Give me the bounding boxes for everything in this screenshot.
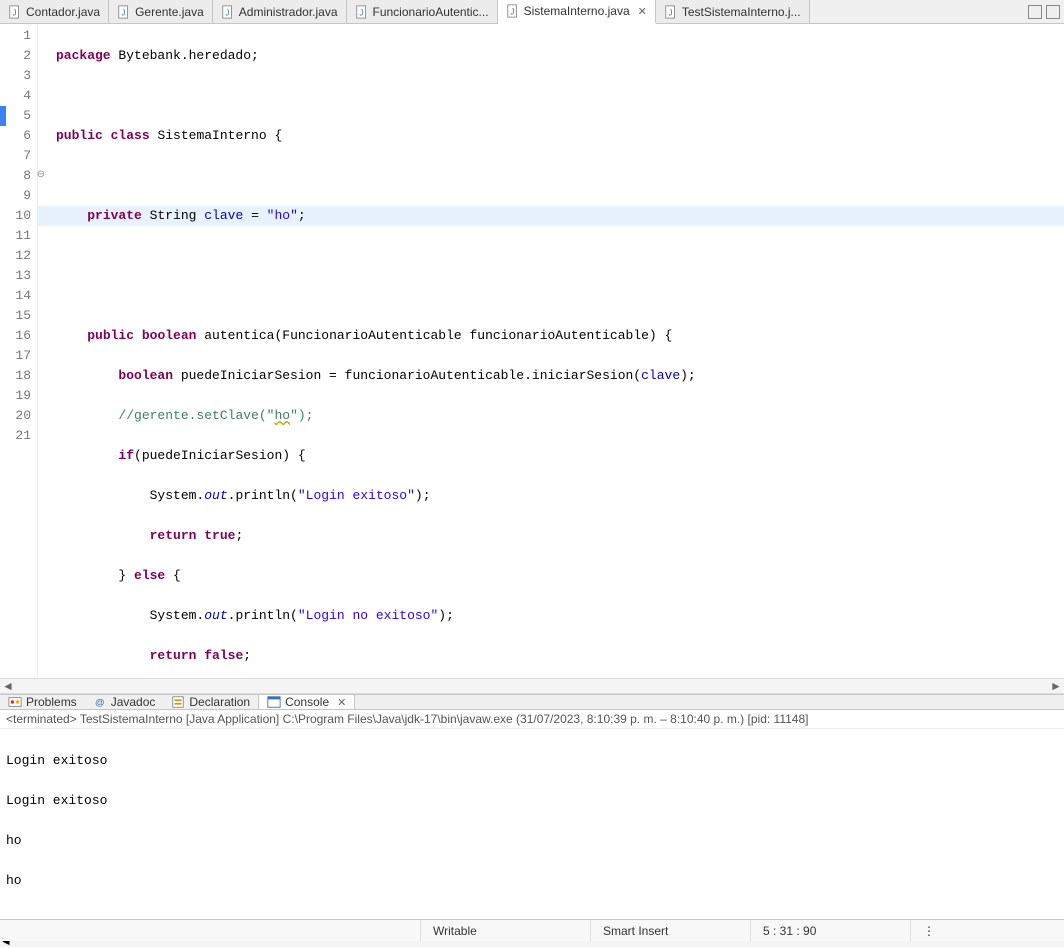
tab-label: Gerente.java	[135, 5, 204, 19]
java-file-icon: J	[8, 5, 22, 19]
java-file-icon: J	[506, 4, 520, 18]
tab-funcionarioautentic[interactable]: J FuncionarioAutentic...	[347, 0, 498, 23]
tab-sistemainterno[interactable]: J SistemaInterno.java ✕	[498, 0, 656, 24]
status-writable: Writable	[420, 920, 590, 941]
tab-label: Administrador.java	[239, 5, 338, 19]
tab-gerente[interactable]: J Gerente.java	[109, 0, 213, 23]
javadoc-icon: @	[93, 695, 107, 709]
editor-horizontal-scrollbar[interactable]: ◄ ►	[0, 678, 1064, 694]
console-line: ho	[6, 871, 1058, 891]
console-output[interactable]: Login exitoso Login exitoso ho ho	[0, 729, 1064, 933]
close-icon[interactable]: ✕	[337, 696, 346, 709]
tab-label: Declaration	[189, 695, 250, 709]
svg-text:@: @	[94, 698, 104, 709]
java-file-icon: J	[221, 5, 235, 19]
svg-text:J: J	[668, 8, 672, 17]
status-tail: ⋮	[910, 920, 1064, 941]
java-file-icon: J	[117, 5, 131, 19]
tab-label: Problems	[26, 695, 77, 709]
console-line: ho	[6, 831, 1058, 851]
console-icon	[267, 695, 281, 709]
status-empty	[0, 920, 420, 941]
tab-declaration[interactable]: Declaration	[163, 695, 258, 709]
svg-text:J: J	[12, 8, 16, 17]
tab-label: Contador.java	[26, 5, 100, 19]
problems-icon	[8, 695, 22, 709]
svg-text:J: J	[121, 8, 125, 17]
tab-problems[interactable]: Problems	[0, 695, 85, 709]
console-line: Login exitoso	[6, 751, 1058, 771]
tab-label: FuncionarioAutentic...	[373, 5, 489, 19]
console-line: Login exitoso	[6, 791, 1058, 811]
line-number-gutter: 1 2 3 4 5 6 7 8 9 10 11 12 13 14 15 16 1…	[0, 24, 38, 678]
tab-console[interactable]: Console ✕	[258, 695, 355, 709]
tab-testsistemainterno[interactable]: J TestSistemaInterno.j...	[656, 0, 810, 23]
tab-label: TestSistemaInterno.j...	[682, 5, 801, 19]
tab-label: SistemaInterno.java	[524, 4, 630, 18]
status-bar: Writable Smart Insert 5 : 31 : 90 ⋮	[0, 919, 1064, 941]
scroll-right-icon[interactable]: ►	[1048, 679, 1064, 693]
declaration-icon	[171, 695, 185, 709]
code-editor[interactable]: 1 2 3 4 5 6 7 8 9 10 11 12 13 14 15 16 1…	[0, 24, 1064, 678]
bottom-pane: Problems @ Javadoc Declaration Console ✕…	[0, 694, 1064, 919]
status-insert-mode: Smart Insert	[590, 920, 750, 941]
tab-administrador[interactable]: J Administrador.java	[213, 0, 347, 23]
console-header: <terminated> TestSistemaInterno [Java Ap…	[0, 710, 1064, 729]
status-cursor-position: 5 : 31 : 90	[750, 920, 910, 941]
java-file-icon: J	[355, 5, 369, 19]
maximize-view-icon[interactable]	[1046, 5, 1060, 19]
minimize-view-icon[interactable]	[1028, 5, 1042, 19]
tab-javadoc[interactable]: @ Javadoc	[85, 695, 164, 709]
bottom-tab-bar: Problems @ Javadoc Declaration Console ✕	[0, 695, 1064, 710]
tab-label: Console	[285, 695, 329, 709]
tab-contador[interactable]: J Contador.java	[0, 0, 109, 23]
code-content[interactable]: package Bytebank.heredado; public class …	[38, 24, 1064, 678]
svg-text:J: J	[359, 8, 363, 17]
close-icon[interactable]: ✕	[638, 5, 647, 18]
svg-text:J: J	[510, 8, 514, 17]
java-file-icon: J	[664, 5, 678, 19]
scroll-left-icon[interactable]: ◄	[0, 679, 16, 693]
editor-tab-bar: J Contador.java J Gerente.java J Adminis…	[0, 0, 1064, 24]
tab-label: Javadoc	[111, 695, 156, 709]
svg-text:J: J	[225, 8, 229, 17]
